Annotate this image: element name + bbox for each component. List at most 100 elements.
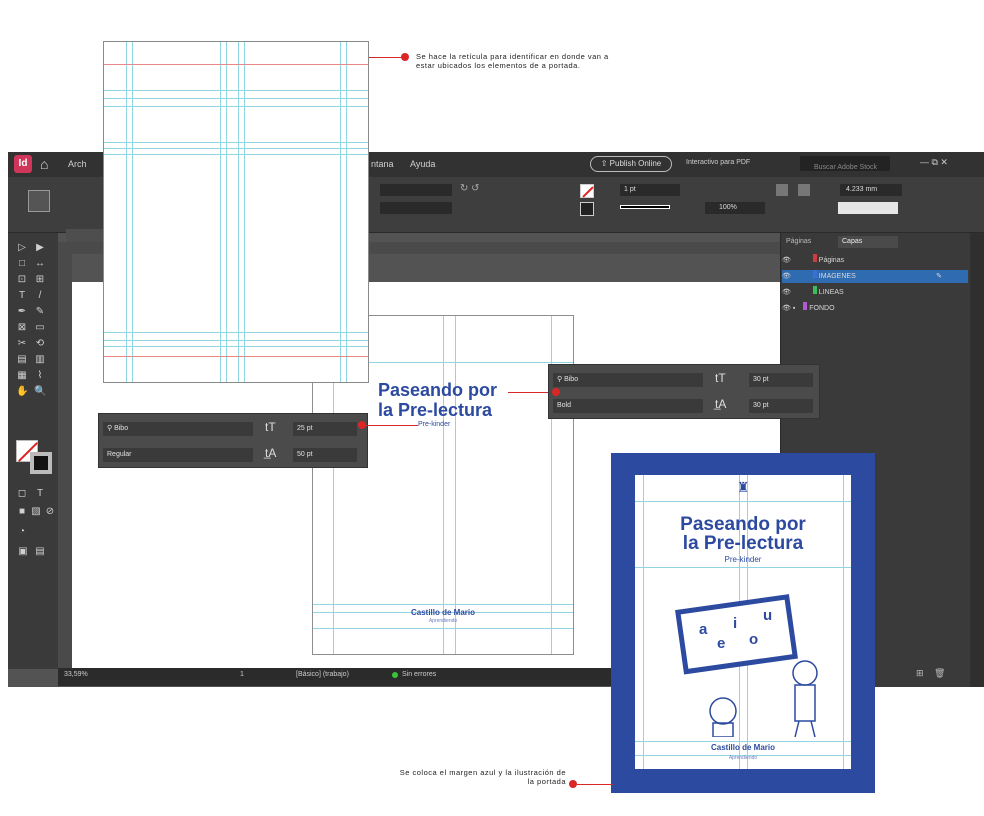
eye-icon[interactable]: 👁 <box>782 257 791 264</box>
apply-gradient-icon[interactable]: ▧ <box>30 506 42 517</box>
distribute-icon[interactable] <box>798 184 810 196</box>
zoom-level[interactable]: 33,59% <box>64 671 88 678</box>
font-family-field[interactable]: ⚲ Bibo <box>103 422 253 436</box>
menu-file[interactable]: Arch <box>68 159 87 169</box>
leading-field[interactable]: 50 pt <box>293 448 357 462</box>
app-logo[interactable]: Id <box>14 155 32 173</box>
cover-subtitle[interactable]: Pre-kinder <box>418 421 450 428</box>
formatting-container-icon[interactable]: ◻ <box>16 488 28 499</box>
screen-mode-icon[interactable]: ▣ <box>16 546 30 557</box>
font-size-field[interactable]: 25 pt <box>293 422 357 436</box>
selection-tool-icon[interactable]: ▷ <box>16 242 28 253</box>
row-guide <box>104 154 368 155</box>
pencil-tool-icon[interactable]: ✎ <box>34 306 46 317</box>
vowel-letter: e <box>717 635 726 652</box>
view-mode-icon[interactable]: ◔ <box>16 526 28 537</box>
leading-field[interactable]: 30 pt <box>749 399 813 413</box>
opacity-field[interactable]: 100% <box>705 202 765 214</box>
y-field[interactable] <box>380 202 452 214</box>
tab-pages[interactable]: Páginas <box>786 238 811 245</box>
author-subtext[interactable]: Aprendiendo <box>393 618 493 624</box>
gradient-tool-icon[interactable]: ▤ <box>16 354 28 365</box>
menu-help[interactable]: Ayuda <box>410 159 435 169</box>
layer-row[interactable]: 👁 ▪ FONDO <box>782 302 968 315</box>
layer-color-chip <box>812 286 817 294</box>
vowel-letter: o <box>749 631 759 648</box>
workspace-switcher[interactable]: Interactivo para PDF <box>686 159 750 166</box>
preflight-status[interactable]: Sin errores <box>402 671 436 678</box>
formatting-text-icon[interactable]: T <box>34 488 46 499</box>
layer-name: IMAGENES <box>818 273 856 280</box>
bottom-annotation: Se coloca el margen azul y la ilustració… <box>399 768 566 786</box>
type-tool-icon[interactable]: T <box>16 290 28 301</box>
vertical-ruler[interactable] <box>58 252 72 668</box>
layer-row[interactable]: 👁 LINEAS <box>782 286 968 299</box>
font-family-field[interactable]: ⚲ Bibo <box>553 373 703 387</box>
transform-tool-icon[interactable]: ⟲ <box>34 338 46 349</box>
column-guide <box>346 42 347 382</box>
window-controls[interactable]: — ⧉ ✕ <box>920 157 960 169</box>
margin-guide <box>104 356 368 357</box>
apply-none-icon[interactable]: ⊘ <box>44 506 56 517</box>
stroke-color-icon[interactable] <box>30 452 52 474</box>
eye-icon[interactable]: 👁 <box>782 289 791 296</box>
author-text: Castillo de Mario <box>710 743 775 752</box>
home-icon[interactable]: ⌂ <box>40 156 58 172</box>
rectangle-tool-icon[interactable]: ▭ <box>34 322 46 333</box>
pen-tool-icon[interactable]: ✒ <box>16 306 28 317</box>
eye-icon[interactable]: 👁 <box>782 273 791 280</box>
fill-swatch[interactable] <box>580 184 594 198</box>
layer-color-chip <box>803 302 808 310</box>
rectangle-frame-tool-icon[interactable]: ⊠ <box>16 322 28 333</box>
note-tool-icon[interactable]: ▦ <box>16 370 28 381</box>
cover-title-line1[interactable]: Paseando por <box>378 380 497 400</box>
page-number[interactable]: 1 <box>240 671 244 678</box>
stroke-swatch[interactable] <box>580 202 594 216</box>
x-field[interactable] <box>380 184 452 196</box>
apply-color-icon[interactable]: ■ <box>16 506 28 517</box>
font-size-field[interactable]: 30 pt <box>749 373 813 387</box>
stock-search-input[interactable]: Buscar Adobe Stock <box>800 156 890 171</box>
width-field[interactable]: 4.233 mm <box>840 184 902 196</box>
align-icon[interactable] <box>776 184 788 196</box>
lock-icon[interactable]: ▪ <box>793 305 795 312</box>
reference-point-icon[interactable] <box>28 190 50 212</box>
content-placer-icon[interactable]: ⊞ <box>34 274 46 285</box>
layer-row-selected[interactable]: 👁 IMAGENES ✎ <box>782 270 968 283</box>
cover-inner: ♜ Paseando por la Pre-lectura Pre-kinder… <box>635 475 851 769</box>
layer-color-chip <box>812 270 817 278</box>
stroke-weight-field[interactable]: 1 pt <box>620 184 680 196</box>
publish-online-label: Publish Online <box>609 159 662 168</box>
eye-icon[interactable]: 👁 <box>782 305 791 312</box>
new-layer-icon[interactable]: ⊞ <box>916 668 924 679</box>
style-indicator[interactable]: [Básico] (trabajo) <box>296 671 349 678</box>
eyedropper-tool-icon[interactable]: ⌇ <box>34 370 46 381</box>
author-text[interactable]: Castillo de Mario <box>393 608 493 617</box>
column-guide <box>238 42 239 382</box>
frame-color-field[interactable] <box>838 202 898 214</box>
rotate-icons[interactable]: ↻ ↺ <box>460 183 500 213</box>
direct-selection-tool-icon[interactable]: ▶ <box>34 242 46 253</box>
page-tool-icon[interactable]: □ <box>16 258 28 269</box>
stroke-type-preview[interactable] <box>620 205 670 209</box>
cover-title-line2[interactable]: la Pre-lectura <box>378 400 492 420</box>
content-collector-icon[interactable]: ⊡ <box>16 274 28 285</box>
hand-tool-icon[interactable]: ✋ <box>16 386 28 397</box>
layer-row[interactable]: 👁 Páginas <box>782 254 968 267</box>
line-tool-icon[interactable]: / <box>34 290 46 301</box>
font-style-field[interactable]: Bold <box>553 399 703 413</box>
gradient-feather-tool-icon[interactable]: ▥ <box>34 354 46 365</box>
preview-mode-icon[interactable]: ▤ <box>34 546 46 557</box>
font-style-field[interactable]: Regular <box>103 448 253 462</box>
delete-layer-icon[interactable]: 🗑 <box>934 668 945 679</box>
scissors-tool-icon[interactable]: ✂ <box>16 338 28 349</box>
annotation-line <box>577 784 613 785</box>
menu-window[interactable]: ntana <box>371 159 394 169</box>
gap-tool-icon[interactable]: ↔ <box>34 258 46 269</box>
row-guide <box>635 567 851 568</box>
none-slash-icon <box>582 186 594 198</box>
zoom-tool-icon[interactable]: 🔍 <box>34 386 46 397</box>
final-cover: ♜ Paseando por la Pre-lectura Pre-kinder… <box>611 453 875 793</box>
tab-layers[interactable]: Capas <box>838 236 898 248</box>
publish-online-button[interactable]: ⇧ Publish Online <box>590 156 672 172</box>
